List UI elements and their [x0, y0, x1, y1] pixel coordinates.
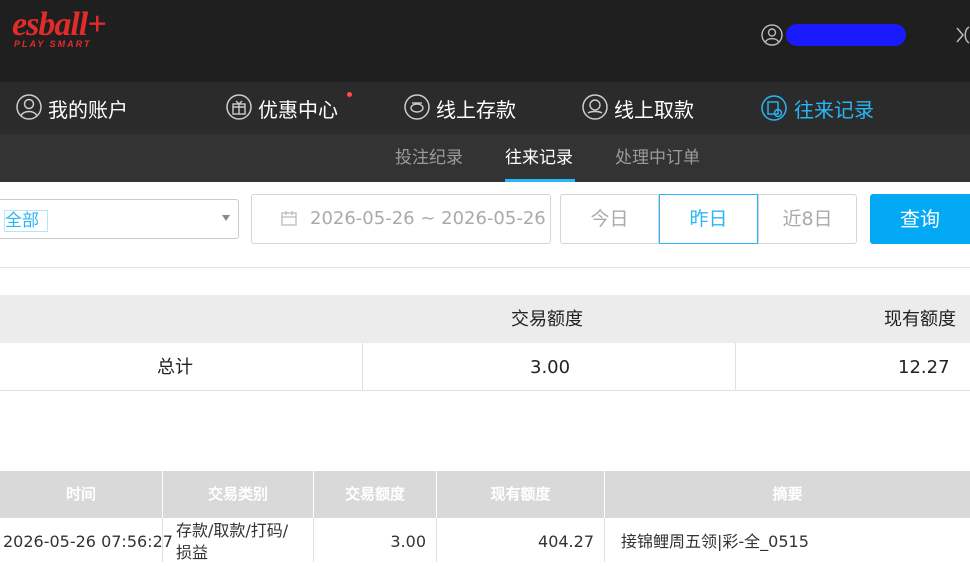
summary-total-balance: 12.27 — [898, 357, 950, 378]
table-row: 2026-05-26 07:56:27 存款/取款/打码/ 损益 3.00 40… — [0, 518, 970, 562]
divider — [604, 518, 605, 562]
top-bar: esball+ PLAY SMART — [0, 0, 970, 82]
query-button[interactable]: 查询 — [870, 194, 970, 244]
withdraw-icon — [582, 94, 608, 120]
filter-bar: 全部 2026-05-26 ~ 2026-05-26 今日 昨日 近8日 查询 — [0, 182, 970, 268]
tab-pending-orders[interactable]: 处理中订单 — [615, 134, 700, 182]
row-category: 存款/取款/打码/ 损益 — [176, 520, 288, 564]
user-icon — [16, 94, 42, 120]
col-memo: 摘要 — [772, 485, 803, 503]
deposit-icon — [404, 94, 430, 120]
row-time: 2026-05-26 07:56:27 — [3, 532, 173, 551]
nav-item-promotions[interactable]: 优惠中心 — [224, 82, 338, 134]
sub-nav: 投注纪录 往来记录 处理中订单 — [0, 134, 970, 182]
nav-item-deposit[interactable]: 线上存款 — [402, 82, 516, 134]
row-category-line2: 损益 — [176, 543, 209, 562]
summary-header: 交易额度 现有额度 — [0, 295, 970, 343]
summary-row: 总计 3.00 12.27 — [0, 343, 970, 391]
tab-transaction-records[interactable]: 往来记录 — [505, 134, 573, 182]
nav-label: 往来记录 — [794, 97, 874, 122]
summary-header-balance: 现有额度 — [884, 309, 956, 330]
summary-total-amount: 3.00 — [530, 357, 571, 378]
tab-bet-records[interactable]: 投注纪录 — [395, 134, 463, 182]
type-select-value: 全部 — [4, 210, 48, 232]
brand-name: esball+ — [12, 6, 107, 43]
nav-item-account[interactable]: 我的账户 — [14, 82, 128, 134]
col-time: 时间 — [65, 485, 96, 503]
nav-item-withdraw[interactable]: 线上取款 — [580, 82, 694, 134]
summary-total-label: 总计 — [157, 357, 193, 378]
calendar-icon — [281, 211, 297, 226]
col-category: 交易类别 — [207, 485, 268, 503]
nav-label: 线上存款 — [436, 97, 516, 122]
logout-icon[interactable] — [955, 24, 970, 46]
nav-label: 我的账户 — [48, 97, 128, 122]
summary-header-amount: 交易额度 — [511, 309, 583, 330]
nav-item-records[interactable]: 往来记录 — [760, 82, 874, 134]
main-nav: 我的账户 优惠中心 线上存款 线上取款 往来记录 — [0, 82, 970, 134]
chevron-down-icon — [222, 215, 230, 221]
date-range-value: 2026-05-26 ~ 2026-05-26 — [310, 208, 546, 229]
username-redacted[interactable] — [786, 24, 906, 46]
user-avatar-icon[interactable] — [761, 24, 783, 46]
divider — [162, 518, 163, 562]
nav-label: 线上取款 — [614, 97, 694, 122]
col-balance: 现有额度 — [490, 485, 551, 503]
brand-logo[interactable]: esball+ PLAY SMART — [12, 8, 122, 52]
detail-table-header: 时间 交易类别 交易额度 现有额度 摘要 — [0, 471, 970, 518]
row-amount: 3.00 — [390, 532, 426, 551]
quick-last8days-button[interactable]: 近8日 — [758, 194, 857, 244]
divider — [735, 343, 736, 391]
nav-label: 优惠中心 — [258, 97, 338, 122]
quick-yesterday-button[interactable]: 昨日 — [659, 194, 758, 244]
divider — [362, 343, 363, 391]
row-memo: 接锦鲤周五领|彩-全_0515 — [621, 532, 809, 551]
records-icon — [761, 95, 787, 121]
quick-today-button[interactable]: 今日 — [560, 194, 659, 244]
notification-dot — [347, 92, 352, 97]
brand-tagline: PLAY SMART — [14, 39, 92, 49]
row-balance: 404.27 — [538, 532, 594, 551]
type-select[interactable]: 全部 — [0, 199, 239, 239]
row-category-line1: 存款/取款/打码/ — [176, 521, 289, 540]
date-range-input[interactable]: 2026-05-26 ~ 2026-05-26 — [251, 194, 551, 244]
col-amount: 交易额度 — [344, 485, 405, 503]
gift-icon — [226, 94, 252, 120]
